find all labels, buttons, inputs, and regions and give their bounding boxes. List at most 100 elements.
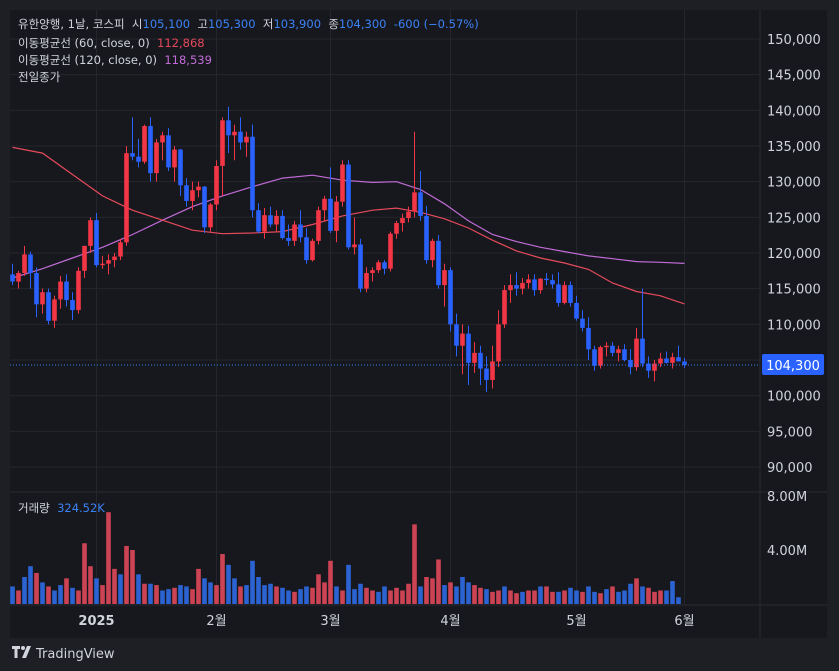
change-pct: (−0.57%) bbox=[423, 17, 479, 31]
candle-body bbox=[94, 220, 99, 266]
volume-bar bbox=[28, 566, 33, 604]
candle-body bbox=[418, 192, 423, 216]
volume-bar bbox=[472, 585, 477, 604]
ma120-legend[interactable]: 이동평균선 (120, close, 0) 118,539 bbox=[18, 52, 212, 68]
volume-bar bbox=[436, 559, 441, 604]
candle-body bbox=[22, 254, 27, 273]
price-tick-label: 140,000 bbox=[767, 104, 821, 119]
candle-body bbox=[178, 149, 183, 186]
candle-body bbox=[610, 345, 615, 353]
volume-bar bbox=[364, 587, 369, 604]
volume-bar bbox=[58, 585, 63, 604]
candle-body bbox=[100, 263, 105, 266]
candle-body bbox=[226, 120, 231, 136]
volume-bar bbox=[448, 582, 453, 604]
candle-body bbox=[16, 272, 21, 282]
price-tick-label: 110,000 bbox=[767, 318, 821, 333]
volume-bar bbox=[514, 593, 519, 604]
candle-body bbox=[196, 186, 201, 191]
candle-body bbox=[388, 233, 393, 269]
volume-bar bbox=[550, 591, 555, 604]
volume-bar bbox=[100, 585, 105, 604]
candle-body bbox=[286, 238, 291, 241]
volume-bar bbox=[130, 550, 135, 604]
time-tick-label: 4월 bbox=[440, 614, 460, 629]
price-badge-label: 104,300 bbox=[766, 359, 820, 374]
volume-bar bbox=[268, 583, 273, 604]
volume-bar bbox=[286, 590, 291, 604]
candle-body bbox=[502, 290, 507, 325]
volume-bar bbox=[172, 587, 177, 604]
price-tick-label: 130,000 bbox=[767, 176, 821, 191]
candle-body bbox=[190, 190, 195, 201]
volume-bar bbox=[46, 586, 51, 604]
candle-body bbox=[508, 285, 513, 291]
volume-legend[interactable]: 거래량 324.52K bbox=[18, 500, 105, 516]
ma60-label: 이동평균선 (60, close, 0) bbox=[18, 36, 150, 50]
ma120-value: 118,539 bbox=[164, 53, 212, 67]
candle-body bbox=[520, 282, 525, 289]
low-label: 저 bbox=[262, 17, 274, 31]
volume-bar bbox=[88, 566, 93, 604]
price-tick-label: 100,000 bbox=[767, 390, 821, 405]
candle-body bbox=[400, 218, 405, 224]
candle-body bbox=[292, 224, 297, 241]
candle-body bbox=[406, 211, 411, 219]
candle-body bbox=[634, 338, 639, 368]
ma60-legend[interactable]: 이동평균선 (60, close, 0) 112,868 bbox=[18, 35, 205, 51]
volume-bar bbox=[508, 590, 513, 604]
volume-bar bbox=[412, 524, 417, 604]
symbol-name[interactable]: 유한양행 bbox=[18, 17, 60, 31]
volume-bar bbox=[538, 586, 543, 604]
volume-bar bbox=[388, 590, 393, 604]
candle-body bbox=[160, 135, 165, 143]
volume-bar bbox=[328, 560, 333, 604]
candle-body bbox=[436, 240, 441, 286]
candle-body bbox=[52, 299, 57, 321]
volume-bar bbox=[106, 512, 111, 604]
volume-bar bbox=[262, 585, 267, 604]
volume-bar bbox=[148, 583, 153, 604]
volume-bar bbox=[274, 586, 279, 604]
candle-body bbox=[580, 318, 585, 328]
time-tick-label: 2025 bbox=[78, 614, 114, 629]
candle-body bbox=[316, 210, 321, 241]
candle-body bbox=[628, 360, 633, 368]
volume-bar bbox=[94, 578, 99, 604]
tradingview-footer[interactable]: TradingView bbox=[12, 646, 115, 662]
volume-bar bbox=[406, 583, 411, 604]
price-tick-label: 135,000 bbox=[767, 140, 821, 155]
volume-bar bbox=[622, 590, 627, 604]
volume-bar bbox=[670, 581, 675, 604]
candle-body bbox=[268, 215, 273, 225]
volume-bar bbox=[208, 582, 213, 604]
volume-bar bbox=[310, 587, 315, 604]
candle-body bbox=[592, 349, 597, 366]
candle-body bbox=[676, 357, 681, 362]
candle-body bbox=[394, 223, 399, 234]
interval-label[interactable]: 1날 bbox=[68, 17, 86, 31]
volume-bar bbox=[382, 586, 387, 604]
candle-body bbox=[202, 186, 207, 228]
volume-bar bbox=[214, 585, 219, 604]
volume-bar bbox=[418, 586, 423, 604]
time-tick-label: 6월 bbox=[674, 614, 694, 629]
candle-body bbox=[64, 281, 69, 301]
symbol-legend[interactable]: 유한양행, 1날, 코스피 시105,100 고105,300 저103,900… bbox=[18, 16, 479, 32]
candle-body bbox=[34, 272, 39, 305]
chart-svg[interactable]: 150,000 145,000 140,000 135,000 130,000 125,0… bbox=[0, 0, 839, 671]
volume-bar bbox=[376, 591, 381, 604]
volume-bar bbox=[358, 583, 363, 604]
prev-close-legend[interactable]: 전일종가 bbox=[18, 69, 60, 85]
candle-body bbox=[358, 244, 363, 289]
candle-body bbox=[574, 302, 579, 319]
close-value: 104,300 bbox=[338, 17, 387, 31]
volume-bar bbox=[604, 589, 609, 604]
volume-bar bbox=[658, 590, 663, 604]
volume-bar bbox=[574, 590, 579, 604]
candle-body bbox=[514, 285, 519, 289]
candle-body bbox=[568, 285, 573, 303]
open-value: 105,100 bbox=[142, 17, 191, 31]
volume-bar bbox=[16, 590, 21, 604]
volume-bar bbox=[118, 574, 123, 604]
